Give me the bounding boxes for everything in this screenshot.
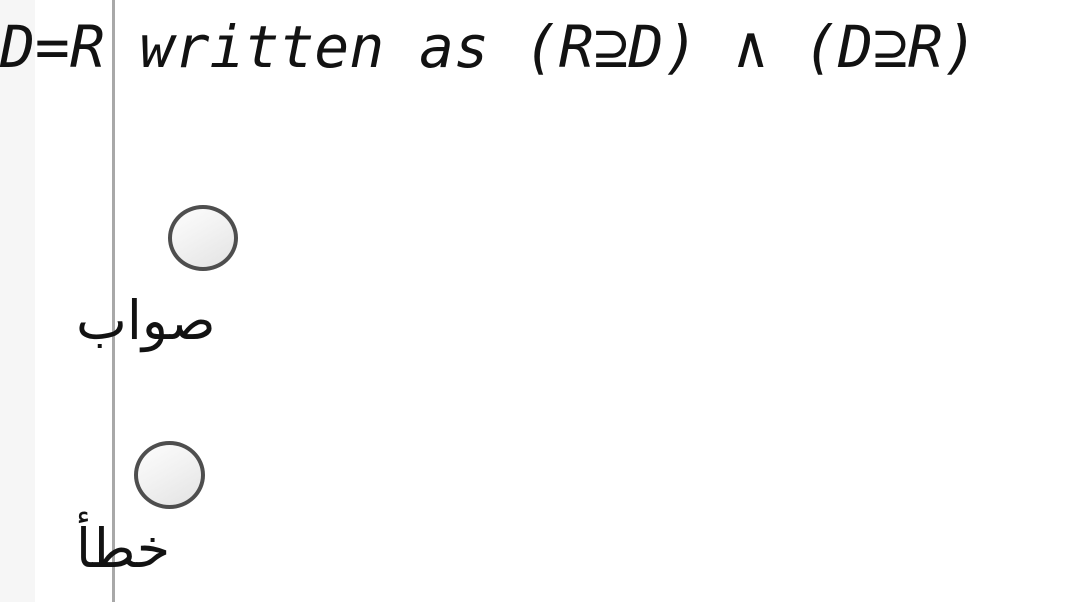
option-label-true: صواب	[76, 289, 216, 352]
question-statement: D=R written as (R⊇D) ∧ (D⊇R)	[0, 13, 978, 81]
left-gutter-strip	[0, 0, 35, 602]
option-label-false: خطأ	[76, 517, 171, 580]
radio-unchecked-icon-true[interactable]	[168, 205, 238, 271]
radio-unchecked-icon-false[interactable]	[134, 441, 205, 509]
question-screen: D=R written as (R⊇D) ∧ (D⊇R) صواب خطأ	[0, 0, 1089, 602]
